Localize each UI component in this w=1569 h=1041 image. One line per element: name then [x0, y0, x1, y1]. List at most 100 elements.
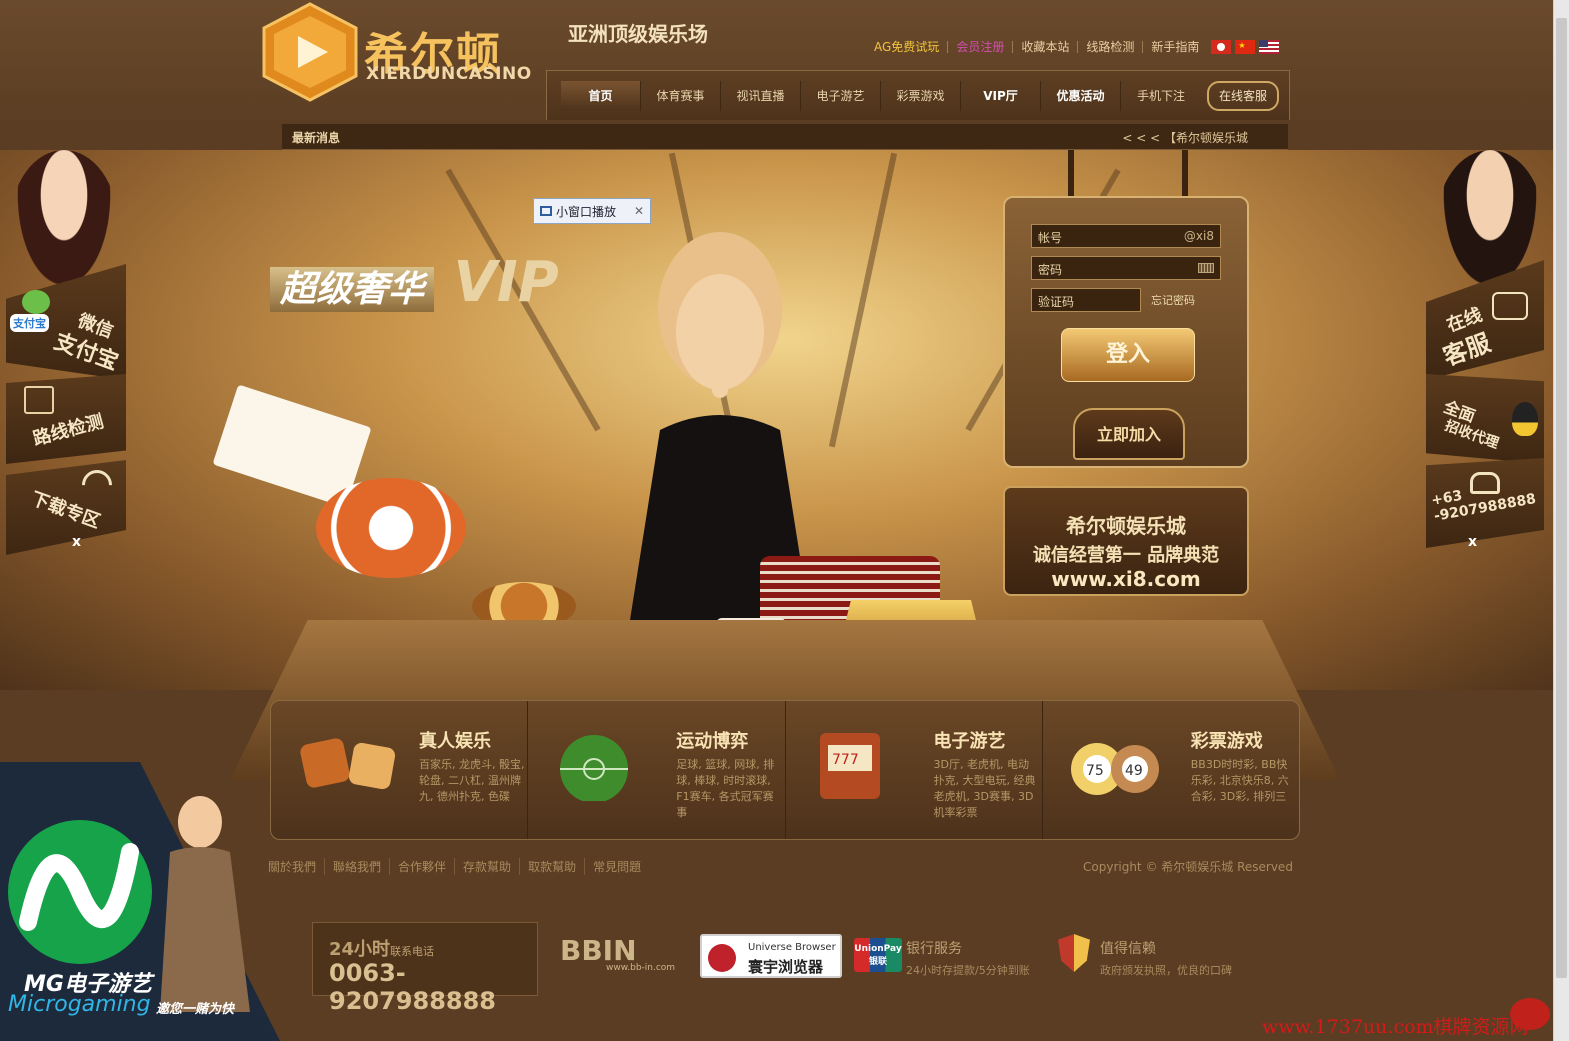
slot-machine-icon: 777: [812, 731, 912, 801]
account-suffix: @xi8: [1183, 229, 1214, 243]
category-title: 运动博弈: [676, 731, 749, 752]
register-link[interactable]: 会员注册: [948, 41, 1014, 53]
login-hanger-right: [1182, 150, 1188, 196]
mini-player-label: 小窗口播放: [556, 204, 617, 219]
bank-desc: 24小时存提款/5分钟到账: [906, 964, 1030, 977]
category-title: 真人娱乐: [419, 731, 491, 752]
nav-home[interactable]: 首页: [561, 80, 641, 111]
footer-link-contact[interactable]: 聯絡我們: [325, 858, 391, 875]
right-float-sidebar: 在线 客服 全面 招收代理 +63 -9207988888 x: [1426, 150, 1569, 570]
account-field[interactable]: 帐号 @xi8: [1031, 224, 1221, 248]
account-placeholder: 帐号: [1038, 231, 1063, 245]
trust-title: 值得信赖: [1100, 941, 1156, 957]
site-header: 希尔顿 XIERDUNCASINO 亚洲顶级娱乐场 AG免费试玩 会员注册 收藏…: [0, 0, 1569, 120]
nav-vip[interactable]: VIP厅: [961, 80, 1041, 111]
sign-brand: 希尔顿娱乐城: [1066, 514, 1186, 538]
trust-badge: 值得信赖 政府颁发执照，优良的口碑: [1100, 938, 1232, 978]
slogan: 亚洲顶级娱乐场: [568, 22, 708, 46]
category-egames[interactable]: 777 电子游艺 3D厅, 老虎机, 电动扑克, 大型电玩, 经典老虎机, 3D…: [786, 701, 1043, 839]
forgot-password-link[interactable]: 忘记密码: [1151, 292, 1195, 308]
keyboard-icon[interactable]: [1198, 263, 1214, 273]
scrollbar-thumb[interactable]: [1556, 18, 1567, 978]
footer-link-faq[interactable]: 常見問題: [585, 858, 649, 875]
browser-name-en: Universe Browser: [748, 942, 836, 953]
cn-flag-icon[interactable]: ★: [1235, 40, 1256, 54]
vip-headline: 超级奢华 VIP: [270, 250, 559, 315]
us-flag-icon[interactable]: [1259, 40, 1280, 54]
poker-chip-image: [316, 478, 466, 578]
close-icon[interactable]: ✕: [634, 204, 644, 218]
qq-penguin-icon: [1512, 402, 1538, 436]
route-check-link[interactable]: 线路检测: [1078, 41, 1144, 53]
soccer-field-icon: [554, 731, 654, 803]
category-sports[interactable]: 运动博弈 足球, 篮球, 网球, 排球, 棒球, 时时滚球, F1赛车, 各式冠…: [528, 701, 786, 839]
brand-logo-icon[interactable]: [262, 2, 358, 102]
hotline-box: 24小时联系电话 0063-9207988888: [312, 922, 538, 1015]
lottery-balls-icon: 75 49: [1069, 731, 1169, 801]
hotline-title: 24小时联系电话: [329, 935, 434, 961]
category-desc: 3D厅, 老虎机, 电动扑克, 大型电玩, 经典老虎机, 3D赛事, 3D机率彩…: [933, 758, 1036, 819]
vip-headline-cn: 超级奢华: [270, 266, 435, 312]
mg-brand: Microgaming: [8, 992, 151, 1017]
category-desc: 百家乐, 龙虎斗, 骰宝, 轮盘, 二八杠, 温州牌九, 德州扑克, 色碟: [419, 758, 525, 803]
nav-sports[interactable]: 体育赛事: [641, 80, 721, 111]
guide-link[interactable]: 新手指南: [1143, 41, 1207, 53]
footer-link-withdraw-help[interactable]: 取款幫助: [520, 858, 586, 875]
copyright: Copyright © 希尔顿娱乐城 Reserved: [1083, 860, 1293, 874]
captcha-placeholder: 验证码: [1038, 295, 1075, 309]
vertical-scrollbar[interactable]: [1553, 0, 1569, 1041]
password-field[interactable]: 密码: [1031, 256, 1221, 280]
nav-egames[interactable]: 电子游艺: [801, 80, 881, 111]
shield-icon: [1058, 934, 1090, 972]
password-placeholder: 密码: [1038, 263, 1063, 277]
svg-text:777: 777: [832, 752, 859, 768]
category-lottery[interactable]: 75 49 彩票游戏 BB3D时时彩, BB快乐彩, 北京快乐8, 六合彩, 3D…: [1043, 701, 1299, 839]
svg-text:75: 75: [1086, 763, 1104, 779]
nav-live[interactable]: 视讯直播: [721, 80, 801, 111]
category-desc: 足球, 篮球, 网球, 排球, 棒球, 时时滚球, F1赛车, 各式冠军赛事: [676, 758, 775, 819]
game-categories: 真人娱乐 百家乐, 龙虎斗, 骰宝, 轮盘, 二八杠, 温州牌九, 德州扑克, …: [270, 700, 1300, 840]
alipay-logo: 支付宝: [10, 314, 49, 332]
browser-logo-icon: [708, 944, 736, 972]
bbin-url: www.bb-in.com: [606, 963, 676, 973]
trust-desc: 政府颁发执照，优良的口碑: [1100, 964, 1232, 977]
wechat-icon: [22, 290, 50, 314]
login-hanger-left: [1068, 150, 1074, 196]
back-to-top-icon[interactable]: [1510, 998, 1550, 1030]
browser-name-cn: 寰宇浏览器: [748, 958, 824, 976]
category-live-casino[interactable]: 真人娱乐 百家乐, 龙虎斗, 骰宝, 轮盘, 二八杠, 温州牌九, 德州扑克, …: [271, 701, 529, 839]
footer-links: 關於我們 聯絡我們 合作夥伴 存款幫助 取款幫助 常見問題: [260, 858, 649, 875]
left-sidebar-close-icon[interactable]: x: [72, 534, 81, 550]
mini-window-icon: [540, 206, 552, 216]
nav-promotions[interactable]: 优惠活动: [1041, 80, 1121, 111]
news-marquee[interactable]: < < < 【希尔顿娱乐城: [1122, 129, 1248, 146]
category-desc: BB3D时时彩, BB快乐彩, 北京快乐8, 六合彩, 3D彩, 排列三: [1190, 758, 1289, 803]
footer-link-partners[interactable]: 合作夥伴: [390, 858, 456, 875]
nav-mobile[interactable]: 手机下注: [1121, 81, 1201, 111]
bank-service: 银行服务 24小时存提款/5分钟到账: [906, 938, 1030, 978]
captcha-field[interactable]: 验证码: [1031, 288, 1141, 312]
customer-service-button[interactable]: 在线客服: [1207, 80, 1280, 111]
category-title: 彩票游戏: [1190, 731, 1263, 752]
login-button[interactable]: 登入: [1061, 328, 1195, 382]
ag-trial-link[interactable]: AG免费试玩: [866, 41, 949, 53]
chat-bubble-icon: [1492, 292, 1528, 320]
hk-flag-icon[interactable]: [1211, 40, 1232, 54]
dice-icon: [297, 731, 397, 801]
footer-link-deposit-help[interactable]: 存款幫助: [455, 858, 521, 875]
mini-player-popup[interactable]: 小窗口播放 ✕: [533, 198, 651, 224]
category-title: 电子游艺: [933, 731, 1006, 752]
nav-lottery[interactable]: 彩票游戏: [881, 80, 961, 111]
mg-corner-ad[interactable]: MG电子游艺 Microgaming 邀您一赌为快: [0, 762, 280, 1041]
main-nav: 首页 体育赛事 视讯直播 电子游艺 彩票游戏 VIP厅 优惠活动 手机下注 在线…: [546, 70, 1290, 120]
right-sidebar-close-icon[interactable]: x: [1468, 534, 1477, 550]
left-float-sidebar: 支付宝 微信 支付宝 路线检测 下载专区 x: [0, 150, 130, 570]
mg-tagline: 邀您一赌为快: [156, 1002, 235, 1017]
hotline-hours: 24小时: [329, 939, 391, 960]
join-now-button[interactable]: 立即加入: [1073, 408, 1185, 460]
brand-name-en: XIERDUNCASINO: [366, 64, 532, 84]
sign-url[interactable]: www.xi8.com: [1005, 567, 1247, 591]
bookmark-link[interactable]: 收藏本站: [1013, 41, 1079, 53]
top-links: AG免费试玩 会员注册 收藏本站 线路检测 新手指南 ★: [866, 40, 1280, 54]
universe-browser-button[interactable]: Universe Browser 寰宇浏览器: [700, 934, 842, 978]
